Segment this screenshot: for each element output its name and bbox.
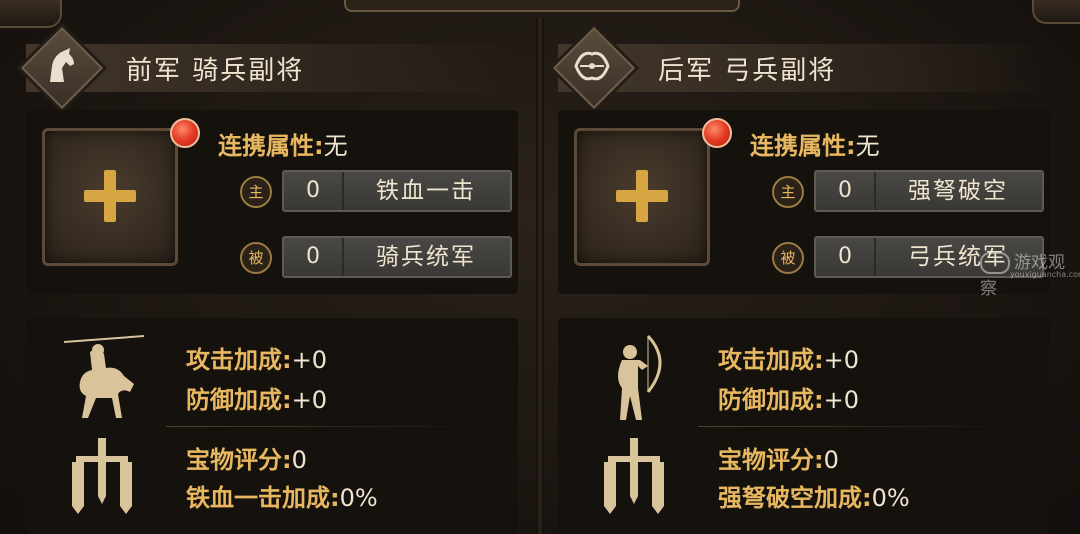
- panel-title: 后军 弓兵副将: [658, 56, 837, 86]
- divider-line: [166, 426, 486, 427]
- passive-skill-badge: 被: [240, 242, 272, 274]
- active-skill-button[interactable]: 0 强弩破空: [814, 170, 1044, 212]
- link-attribute: 连携属性:无: [218, 132, 348, 160]
- watermark: 游戏观察 youxiguancha.com: [980, 252, 1080, 299]
- attack-bonus: 攻击加成:+0: [186, 346, 327, 374]
- bonus-area: 攻击加成:+0 防御加成:+0 宝物评分:0 铁血一击加成:0%: [26, 318, 518, 534]
- skill-level: 0: [816, 172, 876, 210]
- skill-name: 铁血一击: [376, 178, 476, 204]
- skill-bonus: 铁血一击加成:0%: [186, 484, 378, 512]
- skill-bonus: 强弩破空加成:0%: [718, 484, 910, 512]
- panel-title: 前军 骑兵副将: [126, 56, 305, 86]
- passive-skill-row: 被 0 骑兵统军: [240, 236, 520, 278]
- general-slot-area: 连携属性:无 主 0 强弩破空 被 0 弓兵统军: [558, 110, 1050, 294]
- skill-name: 骑兵统军: [376, 244, 476, 270]
- skill-level: 0: [284, 172, 344, 210]
- passive-skill-button[interactable]: 0 骑兵统军: [282, 236, 512, 278]
- active-skill-badge: 主: [240, 176, 272, 208]
- notification-dot: [170, 118, 200, 148]
- link-attribute: 连携属性:无: [750, 132, 880, 160]
- skill-level: 0: [816, 238, 876, 276]
- active-skill-row: 主 0 铁血一击: [240, 170, 520, 212]
- bonus-area: 攻击加成:+0 防御加成:+0 宝物评分:0 强弩破空加成:0%: [558, 318, 1050, 534]
- divider-line: [698, 426, 1018, 427]
- front-army-panel: 前军 骑兵副将 连携属性:无 主 0 铁血一击 被 0 骑兵统军 攻击加成:+0…: [12, 18, 532, 534]
- add-general-button[interactable]: [574, 128, 710, 266]
- sword-icon: [604, 438, 664, 514]
- treasure-score: 宝物评分:0: [186, 446, 307, 474]
- skill-name: 强弩破空: [908, 178, 1008, 204]
- archer-icon: [618, 334, 662, 420]
- passive-skill-badge: 被: [772, 242, 804, 274]
- horse-head-icon: [20, 26, 104, 110]
- defense-bonus: 防御加成:+0: [718, 386, 859, 414]
- skill-level: 0: [284, 238, 344, 276]
- active-skill-row: 主 0 强弩破空: [772, 170, 1052, 212]
- top-center-frame: [344, 0, 740, 12]
- cavalry-rider-icon: [63, 335, 145, 418]
- notification-dot: [702, 118, 732, 148]
- active-skill-button[interactable]: 0 铁血一击: [282, 170, 512, 212]
- bow-icon: [552, 26, 636, 110]
- attack-bonus: 攻击加成:+0: [718, 346, 859, 374]
- general-slot-area: 连携属性:无 主 0 铁血一击 被 0 骑兵统军: [26, 110, 518, 294]
- sword-icon: [72, 438, 132, 514]
- add-general-button[interactable]: [42, 128, 178, 266]
- panel-divider: [536, 18, 544, 534]
- defense-bonus: 防御加成:+0: [186, 386, 327, 414]
- treasure-score: 宝物评分:0: [718, 446, 839, 474]
- watermark-icon: [980, 252, 1010, 274]
- active-skill-badge: 主: [772, 176, 804, 208]
